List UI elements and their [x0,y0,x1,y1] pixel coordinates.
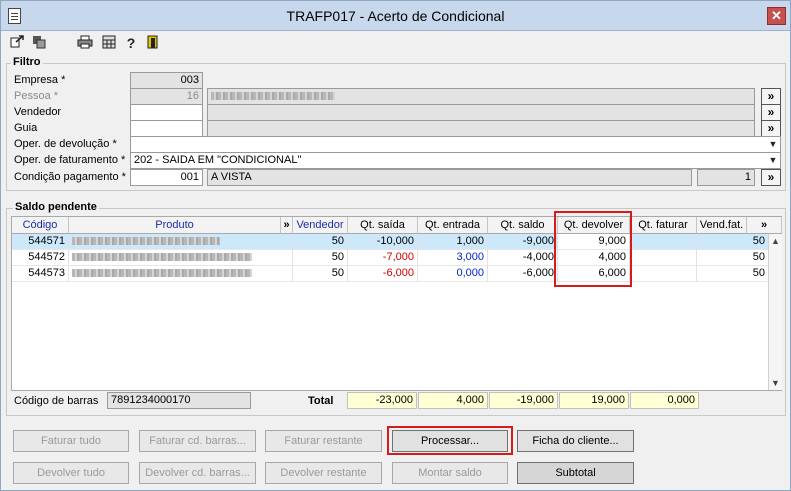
col-qt-entrada[interactable]: Qt. entrada [418,217,488,234]
cell-qt-faturar[interactable] [630,234,697,250]
cell-codigo: 544573 [12,266,69,282]
cell-qt-entrada: 0,000 [418,266,488,282]
empresa-field[interactable]: 003 [130,72,203,89]
cell-vend-fat: 50 [697,266,769,282]
door-icon[interactable] [145,35,161,51]
condicao-more-button[interactable]: » [761,169,781,186]
cell-qt-faturar[interactable] [630,266,697,282]
table-row[interactable]: 544572 50 -7,000 3,000 -4,000 4,000 50 [12,250,769,266]
window-title: TRAFP017 - Acerto de Condicional [286,8,505,24]
pessoa-code-field[interactable]: 16 [130,88,203,105]
vendedor-more-button[interactable]: » [761,104,781,121]
scroll-up-icon[interactable]: ▲ [769,236,782,246]
oper-faturamento-select[interactable]: 202 - SAIDA EM "CONDICIONAL" [130,152,781,169]
close-button[interactable]: ✕ [767,7,786,25]
table-row[interactable]: 544571 50 -10,000 1,000 -9,000 9,000 50 [12,234,769,250]
cell-qt-saida: -7,000 [348,250,418,266]
condicao-name-field: A VISTA [207,169,692,186]
faturar-restante-button[interactable]: Faturar restante [265,430,382,452]
cell-produto [69,266,293,282]
total-qt-saldo: -19,000 [489,392,558,409]
filtro-title: Filtro [11,56,43,68]
cell-qt-saida: -10,000 [348,234,418,250]
cell-qt-faturar[interactable] [630,250,697,266]
devolver-restante-button[interactable]: Devolver restante [265,462,382,484]
print-icon[interactable] [77,35,93,51]
empresa-label: Empresa * [14,74,66,86]
oper-devolucao-select[interactable] [130,136,781,153]
parcelas-field: 1 [697,169,755,186]
cell-produto [69,234,293,250]
col-produto[interactable]: Produto [69,217,281,234]
table-row[interactable]: 544573 50 -6,000 0,000 -6,000 6,000 50 [12,266,769,282]
faturar-cd-barras-button[interactable]: Faturar cd. barras... [139,430,256,452]
faturar-tudo-button[interactable]: Faturar tudo [13,430,129,452]
cell-qt-entrada: 3,000 [418,250,488,266]
col-more-button[interactable]: » [747,217,782,234]
devolver-tudo-button[interactable]: Devolver tudo [13,462,129,484]
col-qt-faturar[interactable]: Qt. faturar [630,217,697,234]
highlight-devolver-column [554,211,632,287]
col-vendedor[interactable]: Vendedor [293,217,348,234]
oper-faturamento-label: Oper. de faturamento * [14,154,126,166]
devolver-cd-barras-button[interactable]: Devolver cd. barras... [139,462,256,484]
refresh-icon[interactable] [31,35,47,51]
cell-vendedor: 50 [293,250,348,266]
chevron-down-icon: ▼ [768,155,778,165]
saldo-title: Saldo pendente [13,201,99,213]
oper-devolucao-label: Oper. de devolução * [14,138,117,150]
vendedor-field[interactable] [130,104,203,121]
vertical-scrollbar[interactable]: ▲ ▼ [768,234,782,390]
exit-icon[interactable] [9,35,25,51]
main-window: TRAFP017 - Acerto de Condicional ✕ ? Fil… [0,0,791,491]
condicao-label: Condição pagamento * [14,171,126,183]
col-expand-button[interactable]: » [281,217,293,234]
pessoa-name-field [207,88,755,105]
help-icon[interactable]: ? [123,35,139,51]
saldo-table: Código Produto » Vendedor Qt. saída Qt. … [11,216,782,391]
guia-name-field [207,120,755,137]
cell-vendedor: 50 [293,266,348,282]
subtotal-button[interactable]: Subtotal [517,462,634,484]
cell-vendedor: 50 [293,234,348,250]
total-qt-entrada: 4,000 [418,392,488,409]
guia-label: Guia [14,122,38,134]
scroll-down-icon[interactable]: ▼ [769,378,782,388]
cell-qt-entrada: 1,000 [418,234,488,250]
total-label: Total [308,395,334,407]
col-codigo[interactable]: Código [12,217,69,234]
cell-codigo: 544571 [12,234,69,250]
barcode-label: Código de barras [14,395,99,407]
cell-qt-saldo: -6,000 [488,266,558,282]
cell-vend-fat: 50 [697,250,769,266]
vendedor-label: Vendedor [14,106,62,118]
condicao-code-field[interactable]: 001 [130,169,203,186]
pessoa-more-button[interactable]: » [761,88,781,105]
title-bar: TRAFP017 - Acerto de Condicional ✕ [1,1,790,31]
montar-saldo-button[interactable]: Montar saldo [392,462,508,484]
guia-more-button[interactable]: » [761,120,781,137]
calculator-icon[interactable] [101,35,117,51]
total-qt-saida: -23,000 [347,392,417,409]
col-qt-saida[interactable]: Qt. saída [348,217,418,234]
barcode-field[interactable]: 7891234000170 [107,392,251,409]
cell-produto [69,250,293,266]
col-vend-fat[interactable]: Vend.fat. [697,217,747,234]
guia-field[interactable] [130,120,203,137]
col-qt-saldo[interactable]: Qt. saldo [488,217,558,234]
total-qt-devolver: 19,000 [559,392,629,409]
vendedor-name-field [207,104,755,121]
cell-qt-saida: -6,000 [348,266,418,282]
total-qt-faturar: 0,000 [630,392,699,409]
cell-vend-fat: 50 [697,234,769,250]
highlight-processar [387,426,513,455]
cell-qt-saldo: -9,000 [488,234,558,250]
cell-qt-saldo: -4,000 [488,250,558,266]
pessoa-label: Pessoa * [14,90,59,102]
chevron-down-icon: ▼ [768,139,778,149]
cell-codigo: 544572 [12,250,69,266]
ficha-cliente-button[interactable]: Ficha do cliente... [517,430,634,452]
